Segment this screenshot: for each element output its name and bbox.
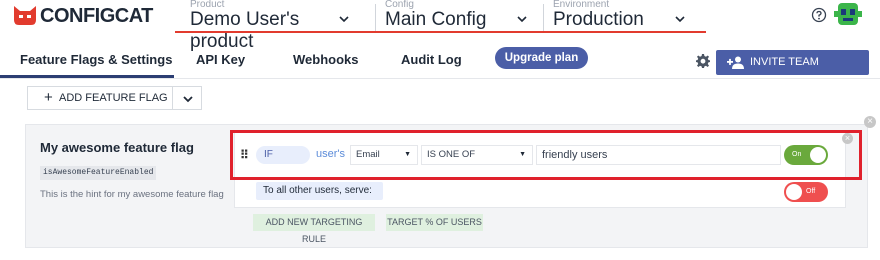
toggle-knob [786, 184, 802, 200]
default-rule-label: To all other users, serve: [256, 182, 383, 200]
avatar[interactable] [834, 0, 862, 28]
cat-logo-icon [14, 6, 36, 25]
close-icon[interactable]: × [864, 116, 876, 128]
flag-hint: This is the hint for my awesome feature … [40, 189, 224, 200]
upgrade-plan-button[interactable]: Upgrade plan [495, 47, 588, 69]
environment-value: Production [553, 9, 644, 30]
add-targeting-rule-button[interactable]: ADD NEW TARGETING RULE [253, 214, 375, 244]
header-divider [375, 4, 376, 32]
active-tab-indicator [0, 75, 174, 78]
help-icon[interactable] [811, 7, 827, 23]
highlight-box [230, 130, 862, 180]
product-selector[interactable]: Product Demo User's product [190, 0, 360, 52]
target-percent-button[interactable]: TARGET % OF USERS [386, 214, 483, 231]
chevron-down-icon [675, 16, 685, 23]
add-feature-flag-dropdown[interactable] [172, 86, 202, 110]
logo-text[interactable]: CONFIGCAT [40, 5, 153, 28]
flag-name: My awesome feature flag [40, 140, 194, 155]
tab-webhooks[interactable]: Webhooks [293, 52, 359, 67]
chevron-down-icon [183, 96, 193, 103]
selector-underline [175, 31, 706, 33]
add-feature-flag-button[interactable]: + ADD FEATURE FLAG [27, 86, 173, 110]
plus-icon: + [44, 89, 53, 106]
environment-selector[interactable]: Environment Production [553, 0, 698, 32]
add-user-icon [727, 56, 744, 69]
add-feature-flag-label: ADD FEATURE FLAG [59, 92, 168, 104]
toggle-off-label: Off [806, 188, 816, 195]
top-header: CONFIGCAT Product Demo User's product Co… [0, 0, 880, 52]
chevron-down-icon [339, 16, 349, 23]
header-divider [543, 4, 544, 32]
config-value: Main Config [385, 9, 487, 30]
gear-icon[interactable] [695, 53, 711, 69]
invite-team-members-button[interactable]: INVITE TEAM MEMBERS [716, 50, 869, 93]
tab-feature-flags[interactable]: Feature Flags & Settings [20, 52, 172, 67]
tab-audit-log[interactable]: Audit Log [401, 52, 462, 67]
invite-label: INVITE TEAM MEMBERS [750, 56, 819, 93]
tab-api-key[interactable]: API Key [196, 52, 245, 67]
default-serve-toggle[interactable]: Off [784, 182, 828, 202]
chevron-down-icon [517, 16, 527, 23]
config-selector[interactable]: Config Main Config [385, 0, 530, 32]
flag-key[interactable]: isAwesomeFeatureEnabled [40, 166, 157, 180]
